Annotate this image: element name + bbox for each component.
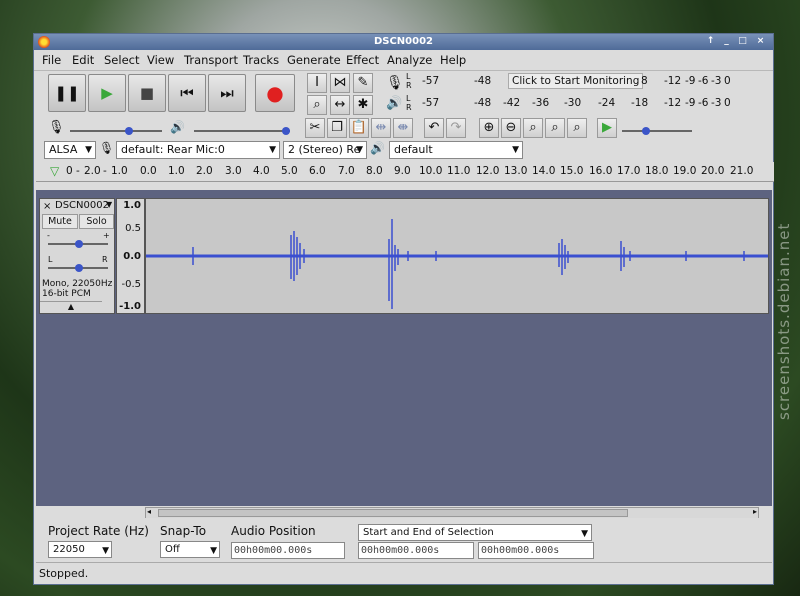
audio-position-label: Audio Position — [231, 524, 316, 538]
cut-icon[interactable]: ✂ — [305, 118, 325, 138]
skip-end-button[interactable]: ⏭ — [208, 74, 246, 112]
collapse-track-icon[interactable]: ▲ — [40, 301, 102, 313]
multi-tool-icon[interactable]: ✱ — [353, 95, 373, 115]
audio-position-field[interactable]: 00h00m00.000s — [231, 542, 345, 559]
play-at-speed-icon[interactable]: ▶ — [597, 118, 617, 138]
playback-meter-speaker-icon[interactable]: 🔊 — [386, 96, 402, 111]
zoom-in-icon[interactable]: ⊕ — [479, 118, 499, 138]
redo-icon[interactable]: ↷ — [446, 118, 466, 138]
track-close-icon[interactable]: × — [43, 201, 51, 212]
status-text: Stopped. — [39, 567, 89, 580]
draw-tool-icon[interactable]: ✎ — [353, 73, 373, 93]
skip-start-button[interactable]: ⏮ — [168, 74, 206, 112]
monitor-button[interactable]: Click to Start Monitoring — [508, 73, 644, 89]
play-head-icon[interactable]: ▽ — [50, 164, 59, 178]
waveform[interactable] — [145, 198, 769, 314]
output-volume-slider[interactable] — [194, 127, 290, 135]
menu-effect[interactable]: Effect — [346, 53, 379, 67]
menu-tracks[interactable]: Tracks — [243, 53, 279, 67]
scroll-right-icon[interactable]: ▸ — [753, 507, 757, 516]
audio-host-select[interactable]: ALSA ▼ — [44, 141, 96, 159]
selection-mode-select[interactable]: Start and End of Selection ▼ — [358, 524, 592, 541]
close-button[interactable]: × — [754, 36, 767, 47]
paste-icon[interactable]: 📋 — [349, 118, 369, 138]
menu-transport[interactable]: Transport — [184, 53, 238, 67]
window-title: DSCN0002 — [373, 36, 434, 47]
record-meter[interactable]: L R -57 -48 Click to Start Monitoring 8 … — [406, 72, 736, 92]
scroll-left-icon[interactable]: ◂ — [147, 507, 151, 516]
timeshift-tool-icon[interactable]: ↔ — [330, 95, 350, 115]
project-rate-label: Project Rate (Hz) — [48, 524, 149, 538]
input-device-mic-icon: 🎙 — [99, 141, 115, 155]
track-pan-slider[interactable] — [48, 264, 108, 272]
play-speed-slider[interactable] — [622, 127, 692, 135]
menu-generate[interactable]: Generate — [287, 53, 341, 67]
trim-icon[interactable]: ⇹ — [371, 118, 391, 138]
record-meter-mic-icon[interactable]: 🎙 — [386, 75, 404, 91]
project-rate-select[interactable]: 22050 ▼ — [48, 541, 112, 558]
waveform-graphic — [146, 219, 768, 309]
menu-bar: File Edit Select View Transport Tracks G… — [34, 51, 773, 71]
play-button[interactable]: ▶ — [88, 74, 126, 112]
menu-analyze[interactable]: Analyze — [387, 53, 432, 67]
playback-meter[interactable]: L R -57 -48 -42 -36 -30 -24 -18 -12 -9 -… — [406, 94, 736, 114]
track-name-menu[interactable]: DSCN0002 — [55, 200, 109, 211]
snap-to-label: Snap-To — [160, 524, 207, 538]
record-button[interactable]: ● — [255, 74, 295, 112]
mute-button[interactable]: Mute — [42, 214, 78, 229]
zoom-toggle-icon[interactable]: ⌕ — [567, 118, 587, 138]
gain-plus-label: + — [103, 231, 110, 240]
gain-minus-label: - — [47, 231, 50, 240]
solo-button[interactable]: Solo — [79, 214, 114, 229]
watermark: screenshots.debian.net — [775, 222, 793, 420]
envelope-tool-icon[interactable]: ⋈ — [330, 73, 350, 93]
selection-toolbar: Project Rate (Hz) 22050 ▼ Snap-To Off ▼ Au… — [36, 518, 772, 562]
input-volume-mic-icon: 🎙 — [48, 120, 65, 135]
menu-select[interactable]: Select — [104, 53, 139, 67]
selection-tool-icon[interactable]: I — [307, 73, 327, 93]
track-format-rate: Mono, 22050Hz — [42, 279, 113, 289]
copy-icon[interactable]: ❐ — [327, 118, 347, 138]
vertical-scale[interactable]: 1.0 0.5 0.0 -0.5 -1.0 — [116, 198, 145, 314]
selection-start-field[interactable]: 00h00m00.000s — [358, 542, 474, 559]
title-bar[interactable]: DSCN0002 ↑ _ □ × — [34, 34, 773, 50]
menu-view[interactable]: View — [147, 53, 174, 67]
menu-edit[interactable]: Edit — [72, 53, 94, 67]
output-device-select[interactable]: default ▼ — [389, 141, 523, 159]
menu-help[interactable]: Help — [440, 53, 466, 67]
snap-to-select[interactable]: Off ▼ — [160, 541, 220, 558]
timeline-ruler[interactable]: ▽ 0 - 2.0 - 1.0 0.0 1.0 2.0 3.0 4.0 5.0 … — [36, 162, 774, 182]
pan-left-label: L — [48, 255, 53, 264]
pan-right-label: R — [102, 255, 108, 264]
output-volume-speaker-icon: 🔊 — [170, 120, 185, 134]
silence-icon[interactable]: ⇼ — [393, 118, 413, 138]
menu-file[interactable]: File — [42, 53, 61, 67]
track-format-bits: 16-bit PCM — [42, 289, 91, 299]
track-menu-chevron-icon[interactable]: ▼ — [106, 200, 112, 209]
zoom-tool-icon[interactable]: ⌕ — [307, 95, 327, 115]
selection-end-field[interactable]: 00h00m00.000s — [478, 542, 594, 559]
fit-selection-icon[interactable]: ⌕ — [523, 118, 543, 138]
stop-button[interactable]: ■ — [128, 74, 166, 112]
pause-button[interactable]: ❚❚ — [48, 74, 86, 112]
pin-icon[interactable]: ↑ — [704, 36, 717, 47]
input-volume-slider[interactable] — [70, 127, 162, 135]
input-channels-select[interactable]: 2 (Stereo) Re ▼ — [283, 141, 367, 159]
output-device-speaker-icon: 🔊 — [370, 141, 385, 155]
fit-project-icon[interactable]: ⌕ — [545, 118, 565, 138]
scrollbar-thumb[interactable] — [158, 509, 628, 517]
status-bar: Stopped. — [36, 562, 772, 583]
minimize-button[interactable]: _ — [720, 36, 733, 47]
input-device-select[interactable]: default: Rear Mic:0 ▼ — [116, 141, 280, 159]
zoom-out-icon[interactable]: ⊖ — [501, 118, 521, 138]
maximize-button[interactable]: □ — [736, 36, 749, 47]
undo-icon[interactable]: ↶ — [424, 118, 444, 138]
track-control-panel[interactable]: × DSCN0002 ▼ Mute Solo - + L R Mono, 220… — [39, 198, 115, 314]
track-gain-slider[interactable] — [48, 240, 108, 248]
